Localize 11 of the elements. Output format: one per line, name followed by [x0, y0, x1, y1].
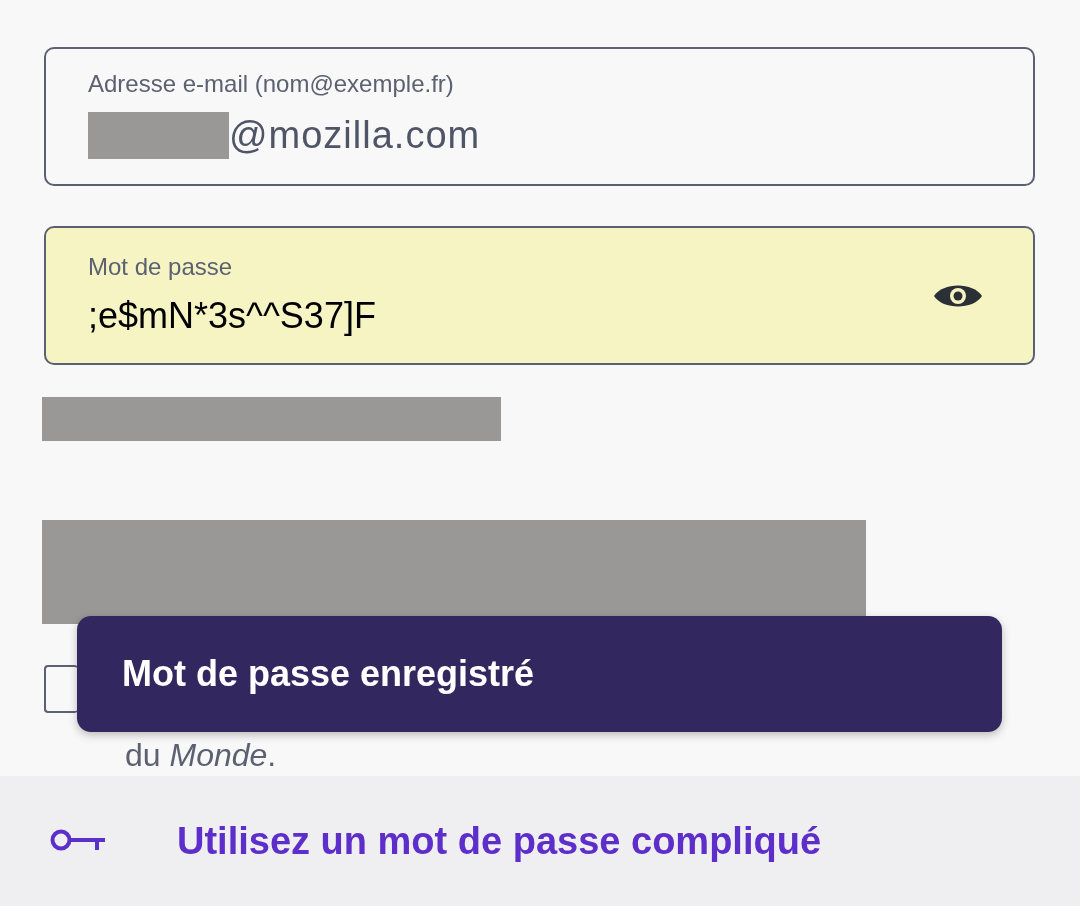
field-label: Adresse e-mail (nom@exemple.fr) [88, 69, 455, 99]
email-field[interactable]: Adresse e-mail (nom@exemple.fr) @mozilla.com [44, 47, 1035, 186]
field-value: @mozilla.com [229, 113, 481, 158]
suggestion-bar[interactable]: Utilisez un mot de passe compliqué [0, 776, 1080, 906]
field-value: ;e$mN*3s^^S37]F [88, 293, 376, 338]
password-field[interactable]: Mot de passe ;e$mN*3s^^S37]F [44, 226, 1035, 365]
toast-message: Mot de passe enregistré [77, 616, 1002, 732]
consent-text: du Monde. [125, 737, 277, 773]
field-label: Mot de passe [88, 251, 234, 282]
suggestion-text: Utilisez un mot de passe compliqué [177, 819, 821, 863]
checkbox[interactable] [44, 665, 78, 713]
